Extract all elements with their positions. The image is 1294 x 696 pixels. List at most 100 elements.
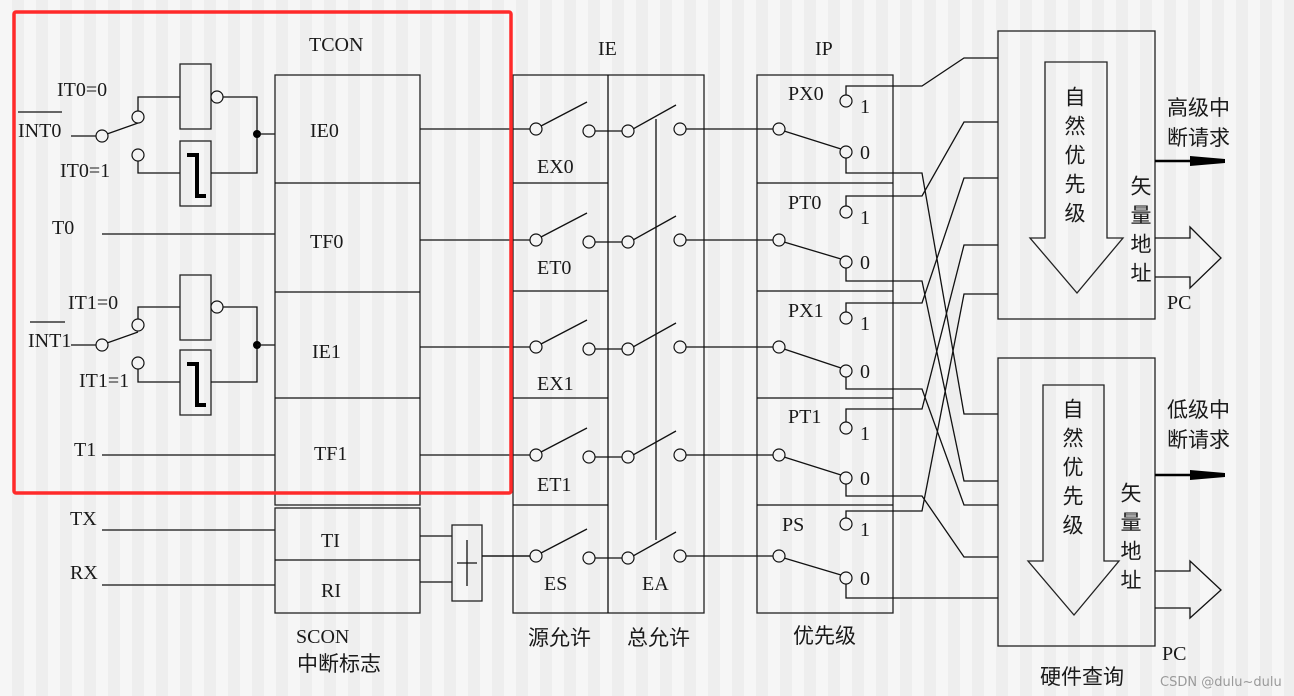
ip-bit-label: PX1 — [788, 300, 824, 322]
high-natural-priority: 自然优先级 — [1062, 86, 1086, 231]
vector-output-arrow-icon — [1155, 225, 1222, 290]
it1-1-label: IT1=1 — [79, 370, 129, 392]
level-trigger-gate — [179, 63, 212, 130]
low-vector-address: 矢量地址 — [1118, 482, 1142, 598]
source-enable-switch-lever — [540, 427, 588, 453]
falling-edge-icon — [187, 153, 206, 198]
ie-bit-label: ES — [544, 573, 567, 595]
low-priority-unit: 自然优先级 矢量地址 低级中 断请求 PC 硬件查询 — [997, 357, 1230, 689]
source-enable-caption: 源允许 — [528, 626, 591, 650]
global-enable-switch-lever — [632, 322, 677, 348]
priority-high-contact — [839, 311, 853, 325]
priority-low-contact — [839, 364, 853, 378]
high-vector-address: 矢量地址 — [1128, 175, 1152, 291]
ie-row-ex1: EX1 — [420, 319, 773, 395]
it0-0-label: IT0=0 — [57, 79, 107, 101]
switch-contact — [582, 450, 596, 464]
priority-switch-lever — [783, 557, 842, 576]
priority-one-label: 1 — [860, 519, 870, 541]
global-enable-switch-lever — [632, 215, 677, 241]
ie-row-es: ES — [482, 528, 773, 595]
ip-title: IP — [815, 38, 833, 60]
ie-bit-label: EX0 — [537, 156, 574, 178]
priority-one-label: 1 — [860, 207, 870, 229]
switch-contact — [582, 551, 596, 565]
switch-contact — [529, 122, 543, 136]
ip-register: IP 优先级 PX0 1 0 PT0 1 0 PX1 1 0 PT1 1 0 PS 1 0 — [756, 38, 894, 648]
vector-output-arrow-icon — [1155, 559, 1222, 620]
priority-switch-lever — [783, 456, 842, 476]
int0-label: INT0 — [18, 120, 61, 142]
watermark: CSDN @dulu~dulu — [1160, 675, 1282, 690]
switch-contact — [131, 110, 145, 124]
priority-one-label: 1 — [860, 313, 870, 335]
source-enable-switch-lever — [540, 101, 588, 127]
scon-register: TI RI SCON 中断标志 — [274, 507, 530, 676]
rx-label: RX — [70, 562, 98, 584]
global-enable-switch-lever — [632, 104, 677, 130]
switch-contact — [582, 235, 596, 249]
tcon-flag-tf1: TF1 — [314, 443, 347, 465]
priority-one-label: 1 — [860, 96, 870, 118]
ip-row-px0: PX0 1 0 — [772, 83, 870, 164]
ie-bit-label: ET0 — [537, 257, 571, 279]
switch-contact — [772, 549, 786, 563]
ie-row-et0: ET0 — [420, 212, 773, 279]
low-request-line2: 断请求 — [1167, 428, 1230, 452]
it1-switch-lever — [106, 331, 139, 344]
high-priority-wire — [845, 121, 998, 206]
tcon-flag-tf0: TF0 — [310, 231, 343, 253]
t0-label: T0 — [52, 217, 74, 239]
global-enable-switch-lever — [632, 430, 677, 456]
priority-zero-label: 0 — [860, 252, 870, 274]
interrupt-system-diagram: INT0 IT0=0 IT0=1 T0 INT1 IT1=0 IT1=1 T1 … — [12, 10, 1282, 690]
ie-bit-label: EX1 — [537, 373, 574, 395]
switch-contact — [621, 235, 635, 249]
scon-title: SCON — [296, 626, 349, 648]
tcon-register: TCON IE0 TF0 IE1 TF1 — [274, 34, 421, 506]
ip-row-pt1: PT1 1 0 — [772, 406, 870, 490]
switch-contact — [529, 549, 543, 563]
ip-row-ps: PS 1 0 — [772, 514, 870, 590]
high-priority-wire — [845, 57, 998, 95]
priority-switch-lever — [783, 241, 842, 260]
priority-high-contact — [839, 421, 853, 435]
priority-zero-label: 0 — [860, 142, 870, 164]
switch-contact — [772, 233, 786, 247]
ip-bit-label: PT0 — [788, 192, 821, 214]
priority-high-contact — [839, 205, 853, 219]
tcon-flag-ie0: IE0 — [310, 120, 339, 142]
hardware-query-caption: 硬件查询 — [1040, 665, 1124, 689]
int0-section: INT0 IT0=0 IT0=1 — [18, 63, 275, 207]
low-pc-label: PC — [1162, 643, 1186, 665]
inverter-bubble — [210, 90, 224, 104]
int1-section: INT1 IT1=0 IT1=1 — [28, 274, 275, 416]
switch-contact — [673, 448, 687, 462]
priority-zero-label: 0 — [860, 468, 870, 490]
it1-0-label: IT1=0 — [68, 292, 118, 314]
low-natural-priority: 自然优先级 — [1060, 398, 1084, 543]
scon-flag-ti: TI — [321, 530, 340, 552]
switch-contact — [621, 124, 635, 138]
switch-contact — [582, 342, 596, 356]
switch-contact — [673, 549, 687, 563]
switch-contact — [529, 448, 543, 462]
high-pc-label: PC — [1167, 292, 1191, 314]
ie-register: IE EA 源允许 总允许 EX0 ET0 EX1 ET1 ES — [420, 38, 773, 650]
priority-low-contact — [839, 571, 853, 585]
ie-title: IE — [598, 38, 617, 60]
priority-low-contact — [839, 255, 853, 269]
ip-bit-label: PS — [782, 514, 804, 536]
high-request-line1: 高级中 — [1167, 96, 1230, 120]
priority-switch-lever — [783, 348, 842, 369]
priority-high-contact — [839, 94, 853, 108]
switch-contact — [772, 448, 786, 462]
it0-1-label: IT0=1 — [60, 160, 110, 182]
switch-contact — [582, 124, 596, 138]
t1-label: T1 — [74, 439, 96, 461]
priority-low-contact — [839, 145, 853, 159]
priority-zero-label: 0 — [860, 361, 870, 383]
switch-contact — [621, 342, 635, 356]
switch-contact — [529, 340, 543, 354]
ip-row-pt0: PT0 1 0 — [772, 192, 870, 274]
